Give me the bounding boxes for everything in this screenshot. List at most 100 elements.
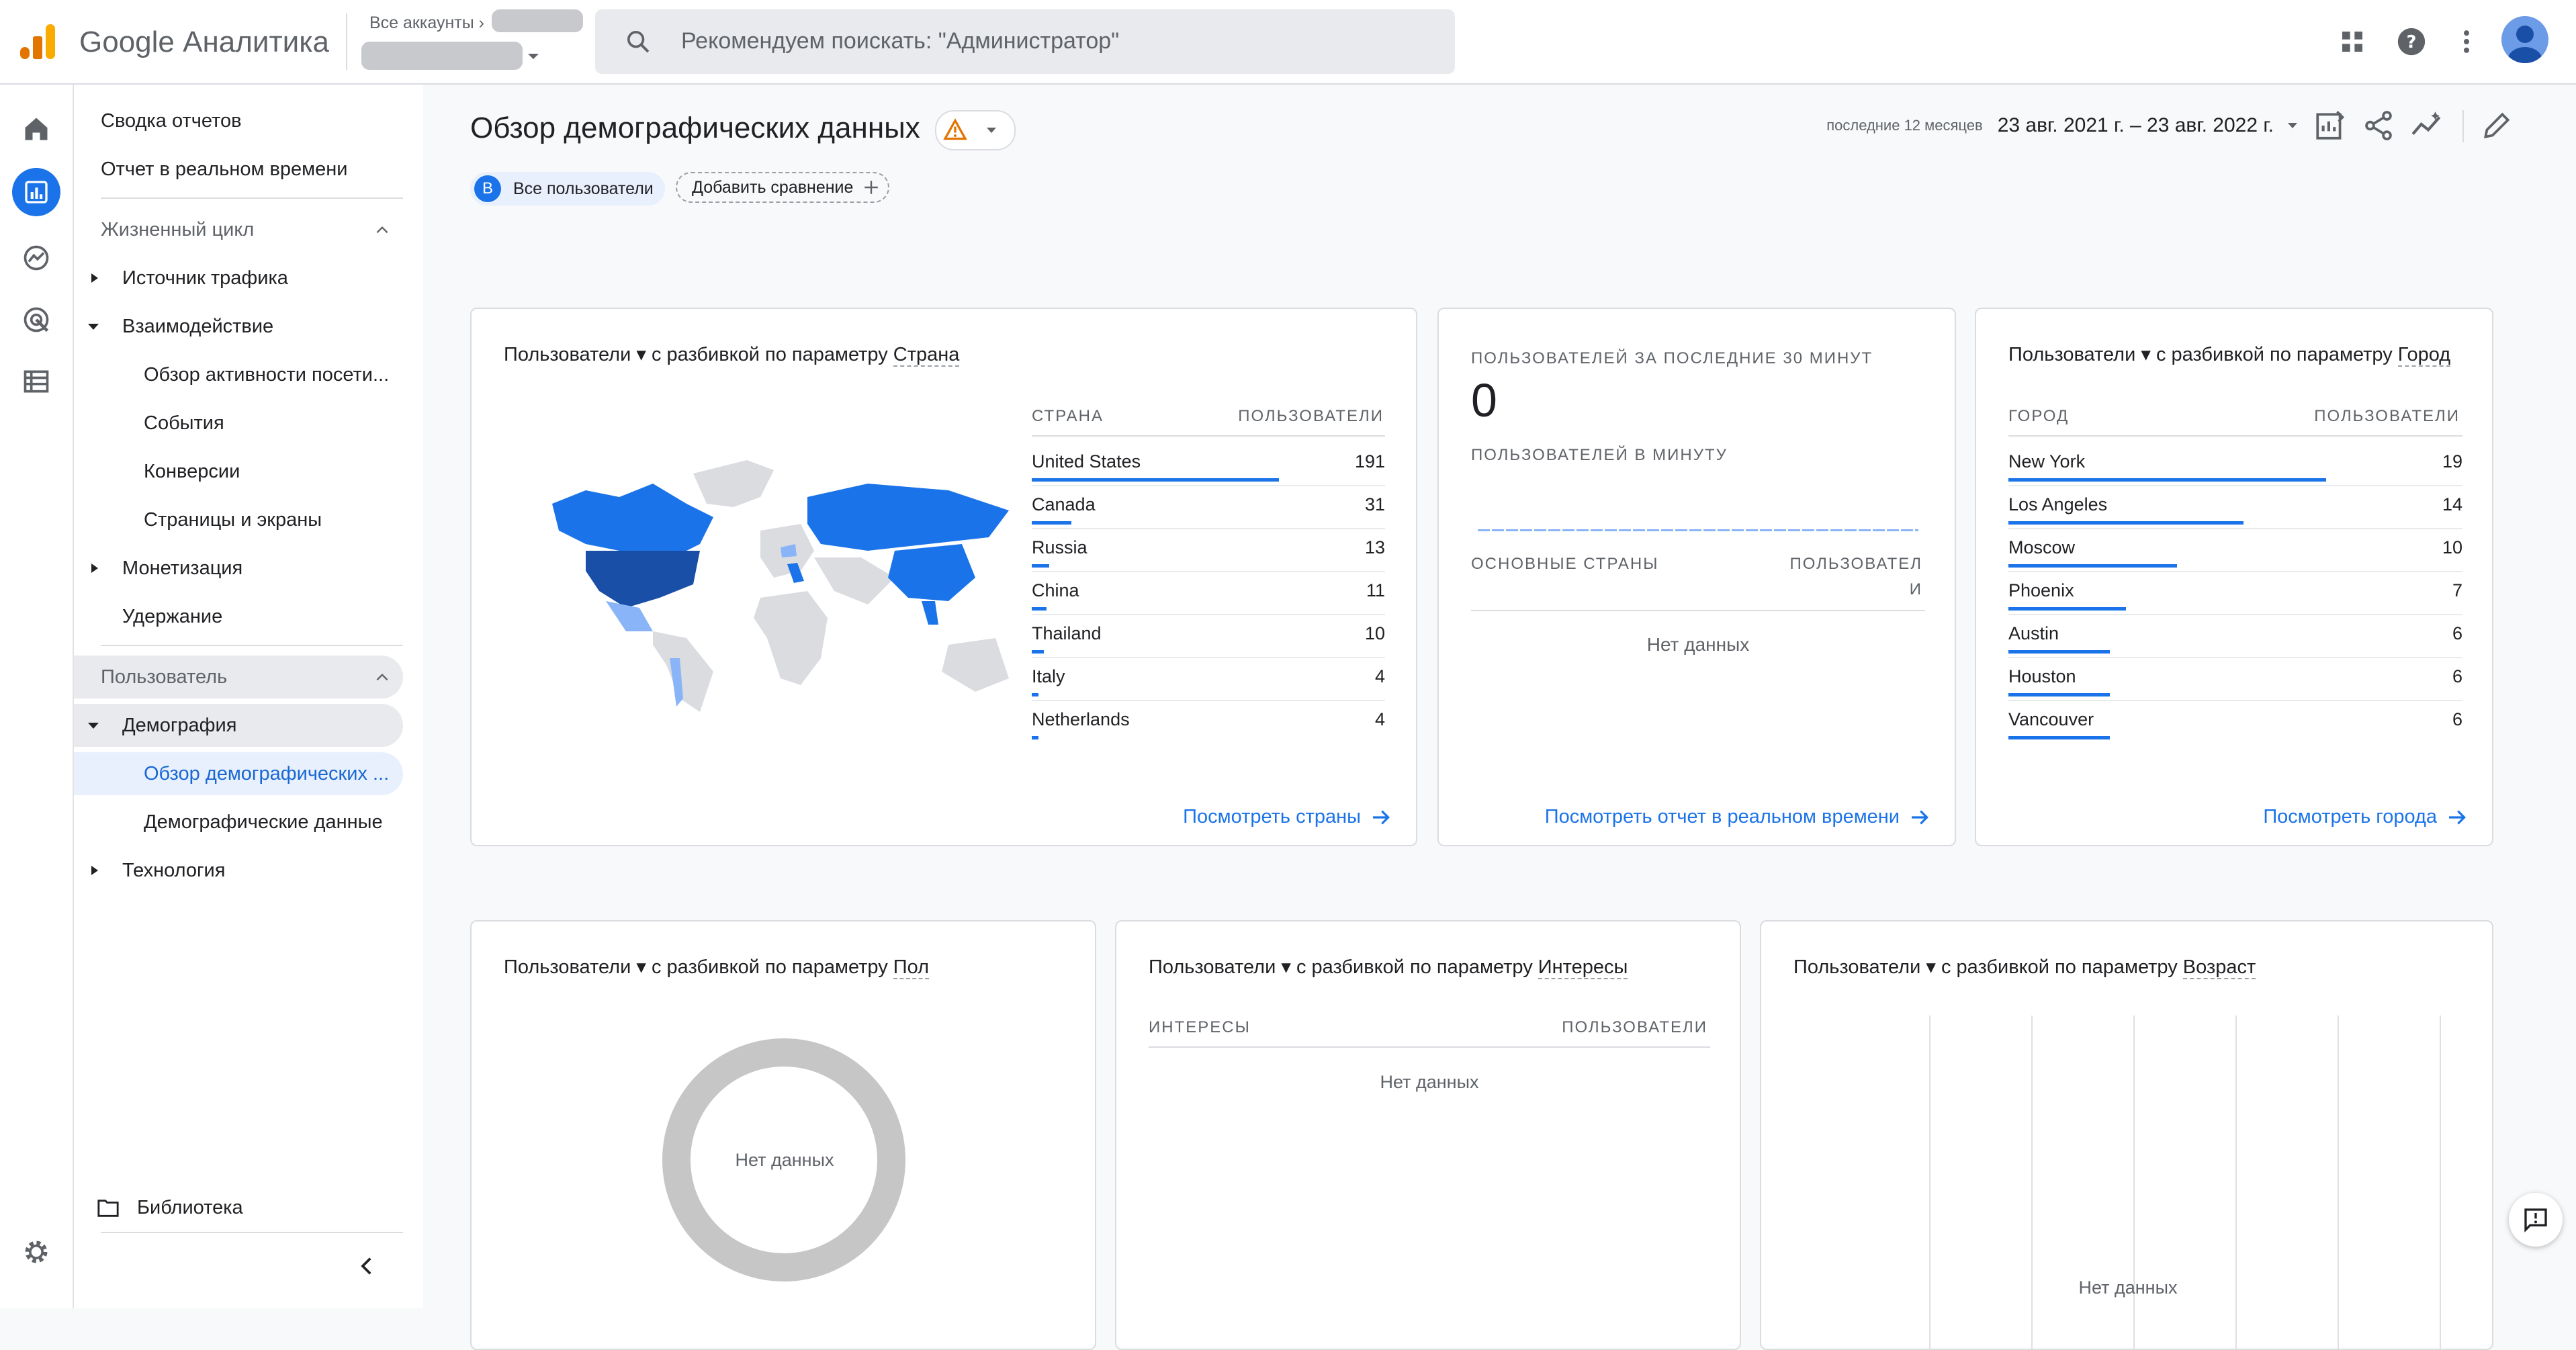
dimension-label[interactable]: Интересы: [1538, 956, 1628, 979]
card-header: Пользователи ▾ с разбивкой по параметру …: [1793, 956, 2256, 979]
row-name: Austin: [2008, 623, 2059, 643]
nav-events[interactable]: События: [74, 402, 473, 445]
insights-icon[interactable]: [2410, 109, 2444, 142]
date-range-value: 23 авг. 2021 г. – 23 авг. 2022 г.: [1997, 114, 2274, 136]
row-divider: [2008, 528, 2462, 529]
nav-engagement[interactable]: Взаимодействие: [74, 305, 451, 348]
explore-nav[interactable]: [17, 239, 55, 277]
dimension-label[interactable]: Пол: [893, 956, 930, 979]
nav-realtime[interactable]: Отчет в реальном времени: [74, 148, 430, 191]
home-nav[interactable]: [17, 110, 55, 148]
interests-card: Пользователи ▾ с разбивкой по параметру …: [1115, 920, 1741, 1350]
segment-badge: В: [474, 175, 501, 202]
advertising-icon: [24, 307, 49, 332]
world-map[interactable]: [545, 457, 1016, 712]
collapse-nav-icon[interactable]: [356, 1255, 379, 1277]
dimension-label[interactable]: Возраст: [2182, 956, 2256, 979]
data-quality-chip[interactable]: [935, 110, 1016, 150]
account-breadcrumb[interactable]: Все аккаунты ›: [369, 13, 484, 33]
metric-selector[interactable]: Пользователи: [504, 956, 631, 978]
edit-pencil-icon[interactable]: [2480, 109, 2514, 142]
map-australia: [942, 638, 1009, 692]
help-icon[interactable]: ?: [2397, 27, 2426, 56]
nav-engagement-overview[interactable]: Обзор активности посети...: [74, 353, 473, 396]
account-name-redacted: [492, 9, 583, 32]
realtime-users-value: 0: [1471, 374, 1497, 426]
row-name: Phoenix: [2008, 580, 2074, 600]
view-realtime-link[interactable]: Посмотреть отчет в реальном времени: [1545, 806, 1930, 828]
top-bar: Google Аналитика Все аккаунты › Рекоменд…: [0, 0, 2576, 85]
nav-pages-screens[interactable]: Страницы и экраны: [74, 498, 473, 541]
view-cities-link[interactable]: Посмотреть города: [2263, 806, 2468, 828]
nav-monetization[interactable]: Монетизация: [74, 547, 451, 590]
configure-nav[interactable]: [17, 363, 55, 400]
chevron-down-icon: [987, 128, 996, 133]
analytics-logo-icon[interactable]: [17, 21, 58, 62]
nav-label: Обзор демографических ...: [144, 762, 390, 784]
add-comparison-button[interactable]: Добавить сравнение: [676, 172, 889, 203]
nav-label: Отчет в реальном времени: [101, 158, 348, 180]
row-bar: [1032, 650, 1044, 654]
metric-selector[interactable]: Пользователи: [2008, 344, 2135, 365]
view-countries-link[interactable]: Посмотреть страны: [1183, 806, 1392, 828]
settings-nav[interactable]: [17, 1233, 55, 1271]
nav-conversions[interactable]: Конверсии: [74, 450, 473, 493]
row-name: United States: [1032, 451, 1141, 471]
search-input[interactable]: Рекомендуем поискать: "Администратор": [595, 9, 1455, 74]
explore-icon: [24, 245, 49, 271]
header-line: [2008, 435, 2462, 437]
nav-label: Конверсии: [144, 460, 240, 482]
avatar[interactable]: [2501, 16, 2548, 63]
arrow-right-icon: [1373, 810, 1390, 824]
nav-reports-snapshot[interactable]: Сводка отчетов: [74, 99, 430, 142]
nav-section-user[interactable]: Пользователь: [74, 656, 403, 699]
reports-nav[interactable]: [12, 168, 60, 216]
customize-report-icon[interactable]: [2313, 109, 2347, 142]
nav-label: Обзор активности посети...: [144, 363, 390, 386]
row-bar: [2008, 564, 2177, 568]
more-vert-icon[interactable]: [2452, 27, 2481, 56]
share-icon[interactable]: [2362, 109, 2395, 142]
nav-tech[interactable]: Технология: [74, 849, 451, 892]
metric-selector[interactable]: Пользователи: [1149, 956, 1276, 978]
row-value: 6: [2452, 666, 2462, 686]
nav-section-lifecycle[interactable]: Жизненный цикл: [74, 208, 403, 251]
page-title: Обзор демографических данных: [470, 111, 920, 144]
nav-traffic-acquisition[interactable]: Источник трафика: [74, 257, 451, 300]
reports-nav-panel: Сводка отчетов Отчет в реальном времени …: [74, 85, 423, 1308]
feedback-button[interactable]: [2509, 1193, 2563, 1247]
map-canada: [552, 484, 713, 557]
gear-icon: [25, 1241, 48, 1263]
nav-label: Технология: [122, 859, 226, 881]
arrow-right-icon: [2449, 810, 2466, 824]
metric-selector[interactable]: Пользователи: [504, 344, 631, 365]
row-value: 4: [1374, 666, 1385, 686]
date-range-picker[interactable]: последние 12 месяцев 23 авг. 2021 г. – 2…: [1826, 114, 2301, 137]
chevron-up-icon: [376, 673, 388, 681]
add-comparison-label: Добавить сравнение: [692, 177, 854, 197]
row-value: 31: [1364, 494, 1385, 514]
dimension-label[interactable]: Город: [2397, 344, 2451, 367]
nav-divider: [101, 645, 403, 646]
card-header-by: с разбивкой по параметру: [651, 344, 888, 365]
nav-demographics[interactable]: Демография: [74, 704, 403, 747]
user-avatar-icon: [2507, 26, 2542, 63]
metric-selector[interactable]: Пользователи: [1793, 956, 1920, 978]
plus-icon: [864, 181, 879, 194]
gridline: [2235, 1016, 2237, 1349]
nav-library[interactable]: Библиотека: [74, 1186, 466, 1229]
chevron-down-icon[interactable]: [525, 48, 541, 64]
nav-demographic-details[interactable]: Демографические данные: [74, 801, 473, 844]
card-header: Пользователи ▾ с разбивкой по параметру …: [2008, 344, 2451, 367]
nav-retention[interactable]: Удержание: [74, 595, 451, 638]
row-name: Moscow: [2008, 537, 2076, 557]
advertising-nav[interactable]: [17, 301, 55, 339]
col-header-users: ПОЛЬЗОВАТЕЛИ: [1238, 407, 1384, 425]
apps-grid-icon[interactable]: [2339, 28, 2366, 55]
nav-demographics-overview[interactable]: Обзор демографических ...: [74, 752, 403, 795]
segment-chip-all-users[interactable]: В Все пользователи: [470, 172, 665, 206]
col-header-top-countries: ОСНОВНЫЕ СТРАНЫ: [1471, 555, 1659, 573]
dimension-label[interactable]: Страна: [893, 344, 960, 367]
property-name-redacted[interactable]: [361, 42, 523, 70]
home-icon: [25, 118, 48, 140]
